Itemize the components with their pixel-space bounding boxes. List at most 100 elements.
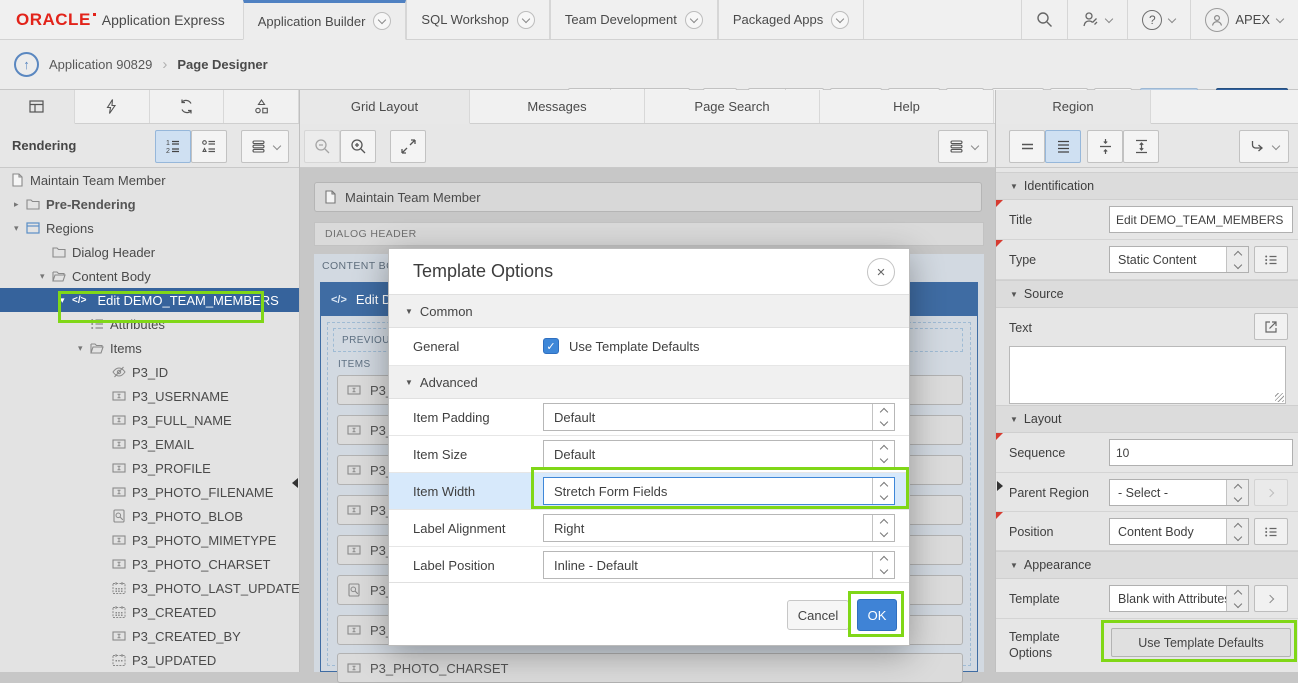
dialog-header-slot[interactable]: DIALOG HEADER: [314, 222, 984, 246]
canvas-page-bar[interactable]: Maintain Team Member: [314, 182, 982, 212]
cancel-button[interactable]: Cancel: [787, 600, 849, 630]
spinner-icon[interactable]: [872, 552, 894, 578]
label-position-select[interactable]: Inline - Default: [543, 551, 895, 579]
tree-node-p3-email[interactable]: P3_EMAIL: [0, 432, 299, 456]
spinner-icon[interactable]: [1226, 247, 1248, 272]
breadcrumb-application[interactable]: Application 90829: [49, 57, 152, 72]
tab-processing[interactable]: [150, 90, 225, 123]
spinner-icon[interactable]: [872, 404, 894, 430]
spinner-icon[interactable]: [1226, 480, 1248, 505]
sequence-input[interactable]: [1109, 439, 1293, 466]
resize-handle[interactable]: [1275, 393, 1284, 402]
use-template-defaults-button[interactable]: Use Template Defaults: [1111, 628, 1291, 657]
tree-node-p3-photo-last-updated[interactable]: P3_PHOTO_LAST_UPDATED: [0, 576, 299, 600]
help-menu[interactable]: ?: [1127, 0, 1190, 39]
grid-layout-menu-button[interactable]: [938, 130, 988, 163]
go-to-component-button[interactable]: [1239, 130, 1289, 163]
spinner-icon[interactable]: [872, 478, 894, 504]
tree-node-p3-photo-blob[interactable]: P3_PHOTO_BLOB: [0, 504, 299, 528]
collapse-all-button[interactable]: [1009, 130, 1045, 163]
sort-by-component-type-button[interactable]: [191, 130, 227, 163]
title-input[interactable]: [1109, 206, 1293, 233]
tree-node-edit-demo-team-members[interactable]: ▾ </> Edit DEMO_TEAM_MEMBERS: [0, 288, 299, 312]
chevron-down-icon[interactable]: [517, 11, 535, 29]
spinner-icon[interactable]: [872, 515, 894, 541]
label-alignment-select[interactable]: Right: [543, 514, 895, 542]
section-advanced[interactable]: ▼ Advanced: [389, 366, 909, 399]
tree-node-p3-created-by[interactable]: P3_CREATED_BY: [0, 624, 299, 648]
close-button[interactable]: ×: [867, 258, 895, 286]
spinner-icon[interactable]: [872, 441, 894, 467]
tree-expanded-icon[interactable]: ▾: [40, 271, 52, 282]
collapse-sections-button[interactable]: [1087, 130, 1123, 163]
tree-node-p3-photo-charset[interactable]: P3_PHOTO_CHARSET: [0, 552, 299, 576]
expand-all-button[interactable]: [390, 130, 426, 163]
tree-node-attributes[interactable]: Attributes: [0, 312, 299, 336]
zoom-out-button[interactable]: [304, 130, 340, 163]
tab-page-shared-components[interactable]: [224, 90, 299, 123]
tree-node-p3-photo-mimetype[interactable]: P3_PHOTO_MIMETYPE: [0, 528, 299, 552]
tree-node-p3-id[interactable]: P3_ID: [0, 360, 299, 384]
open-code-editor-button[interactable]: [1254, 313, 1288, 340]
spinner-icon[interactable]: [1226, 586, 1248, 611]
tree-node-content-body[interactable]: ▾ Content Body: [0, 264, 299, 288]
tree-expanded-icon[interactable]: ▾: [60, 295, 72, 306]
tree-node-dialog-header[interactable]: Dialog Header: [0, 240, 299, 264]
position-select[interactable]: Content Body: [1109, 518, 1249, 545]
type-select[interactable]: Static Content: [1109, 246, 1249, 273]
user-menu[interactable]: APEX: [1190, 0, 1298, 39]
sort-by-processing-order-button[interactable]: 12: [155, 130, 191, 163]
tab-rendering[interactable]: [0, 90, 75, 124]
item-size-select[interactable]: Default: [543, 440, 895, 468]
chevron-down-icon[interactable]: [685, 11, 703, 29]
chevron-down-icon[interactable]: [373, 12, 391, 30]
tree-collapsed-icon[interactable]: ▸: [14, 199, 26, 210]
tab-grid-layout[interactable]: Grid Layout: [300, 90, 470, 124]
template-select[interactable]: Blank with Attributes: [1109, 585, 1249, 612]
tree-node-p3-photo-filename[interactable]: P3_PHOTO_FILENAME: [0, 480, 299, 504]
section-common[interactable]: ▼ Common: [389, 295, 909, 328]
administration-menu[interactable]: [1067, 0, 1127, 39]
use-template-defaults-checkbox[interactable]: ✓: [543, 338, 559, 354]
tree-expanded-icon[interactable]: ▾: [78, 343, 90, 354]
tree-node-p3-updated[interactable]: P3_UPDATED: [0, 648, 299, 672]
tree-node-items[interactable]: ▾ Items: [0, 336, 299, 360]
source-text-textarea[interactable]: [1009, 346, 1286, 404]
nav-tab-application-builder[interactable]: Application Builder: [243, 0, 407, 40]
nav-tab-sql-workshop[interactable]: SQL Workshop: [406, 0, 549, 39]
tree-expanded-icon[interactable]: ▾: [14, 223, 26, 234]
tree-node-regions[interactable]: ▾ Regions: [0, 216, 299, 240]
tab-messages[interactable]: Messages: [470, 90, 645, 123]
left-splitter-handle[interactable]: [292, 478, 298, 488]
right-splitter-handle[interactable]: [997, 481, 1003, 491]
section-source[interactable]: ▼ Source: [996, 280, 1298, 308]
tab-page-search[interactable]: Page Search: [645, 90, 820, 123]
nav-tab-packaged-apps[interactable]: Packaged Apps: [718, 0, 864, 39]
item-width-select[interactable]: Stretch Form Fields: [543, 477, 895, 505]
zoom-in-button[interactable]: [340, 130, 376, 163]
type-quickpick-button[interactable]: [1254, 246, 1288, 273]
section-appearance[interactable]: ▼ Appearance: [996, 551, 1298, 579]
position-quickpick-button[interactable]: [1254, 518, 1288, 545]
section-layout[interactable]: ▼ Layout: [996, 405, 1298, 433]
tree-node-p3-profile[interactable]: P3_PROFILE: [0, 456, 299, 480]
nav-tab-team-development[interactable]: Team Development: [550, 0, 718, 39]
up-level-icon[interactable]: ↑: [14, 52, 39, 77]
item-padding-select[interactable]: Default: [543, 403, 895, 431]
expand-all-sections-button[interactable]: [1045, 130, 1081, 163]
section-identification[interactable]: ▼ Identification: [996, 172, 1298, 200]
parent-region-select[interactable]: - Select -: [1109, 479, 1249, 506]
tree-node-p3-created[interactable]: P3_CREATED: [0, 600, 299, 624]
spinner-icon[interactable]: [1226, 519, 1248, 544]
tree-node-pre-rendering[interactable]: ▸ Pre-Rendering: [0, 192, 299, 216]
tab-help[interactable]: Help: [820, 90, 994, 123]
expand-sections-button[interactable]: [1123, 130, 1159, 163]
tree-node-page[interactable]: Maintain Team Member: [0, 168, 299, 192]
chevron-down-icon[interactable]: [831, 11, 849, 29]
global-search-button[interactable]: [1021, 0, 1067, 39]
tree-node-p3-full-name[interactable]: P3_FULL_NAME: [0, 408, 299, 432]
go-to-template-button[interactable]: [1254, 585, 1288, 612]
tab-region[interactable]: Region: [996, 90, 1151, 124]
rendering-menu-button[interactable]: [241, 130, 289, 163]
tree-node-p3-username[interactable]: P3_USERNAME: [0, 384, 299, 408]
